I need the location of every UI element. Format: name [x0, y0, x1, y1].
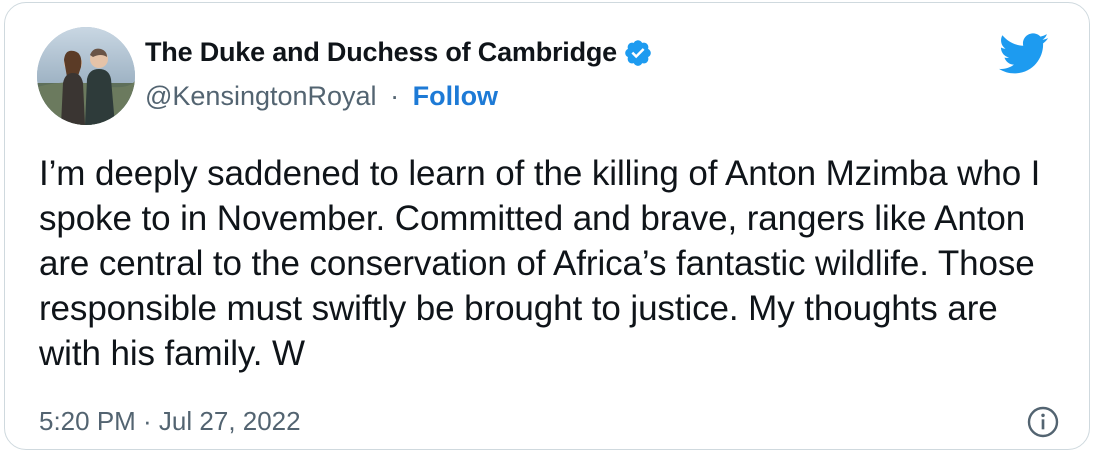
- display-name[interactable]: The Duke and Duchess of Cambridge: [145, 37, 617, 68]
- twitter-bird-icon[interactable]: [999, 33, 1049, 75]
- avatar-photo: [37, 27, 135, 125]
- author-name-row: The Duke and Duchess of Cambridge: [145, 37, 653, 68]
- handle-separator: ·: [390, 81, 400, 111]
- tweet-card: The Duke and Duchess of Cambridge @Kensi…: [4, 2, 1090, 450]
- handle-row: @KensingtonRoyal · Follow: [145, 81, 498, 112]
- follow-button[interactable]: Follow: [413, 81, 498, 111]
- tweet-text: I’m deeply saddened to learn of the kill…: [39, 154, 1041, 373]
- verified-badge-icon: [625, 39, 651, 66]
- info-icon[interactable]: [1027, 406, 1059, 438]
- author-handle[interactable]: @KensingtonRoyal: [145, 81, 377, 111]
- avatar[interactable]: [37, 27, 135, 125]
- tweet-timestamp[interactable]: 5:20 PM · Jul 27, 2022: [39, 406, 301, 437]
